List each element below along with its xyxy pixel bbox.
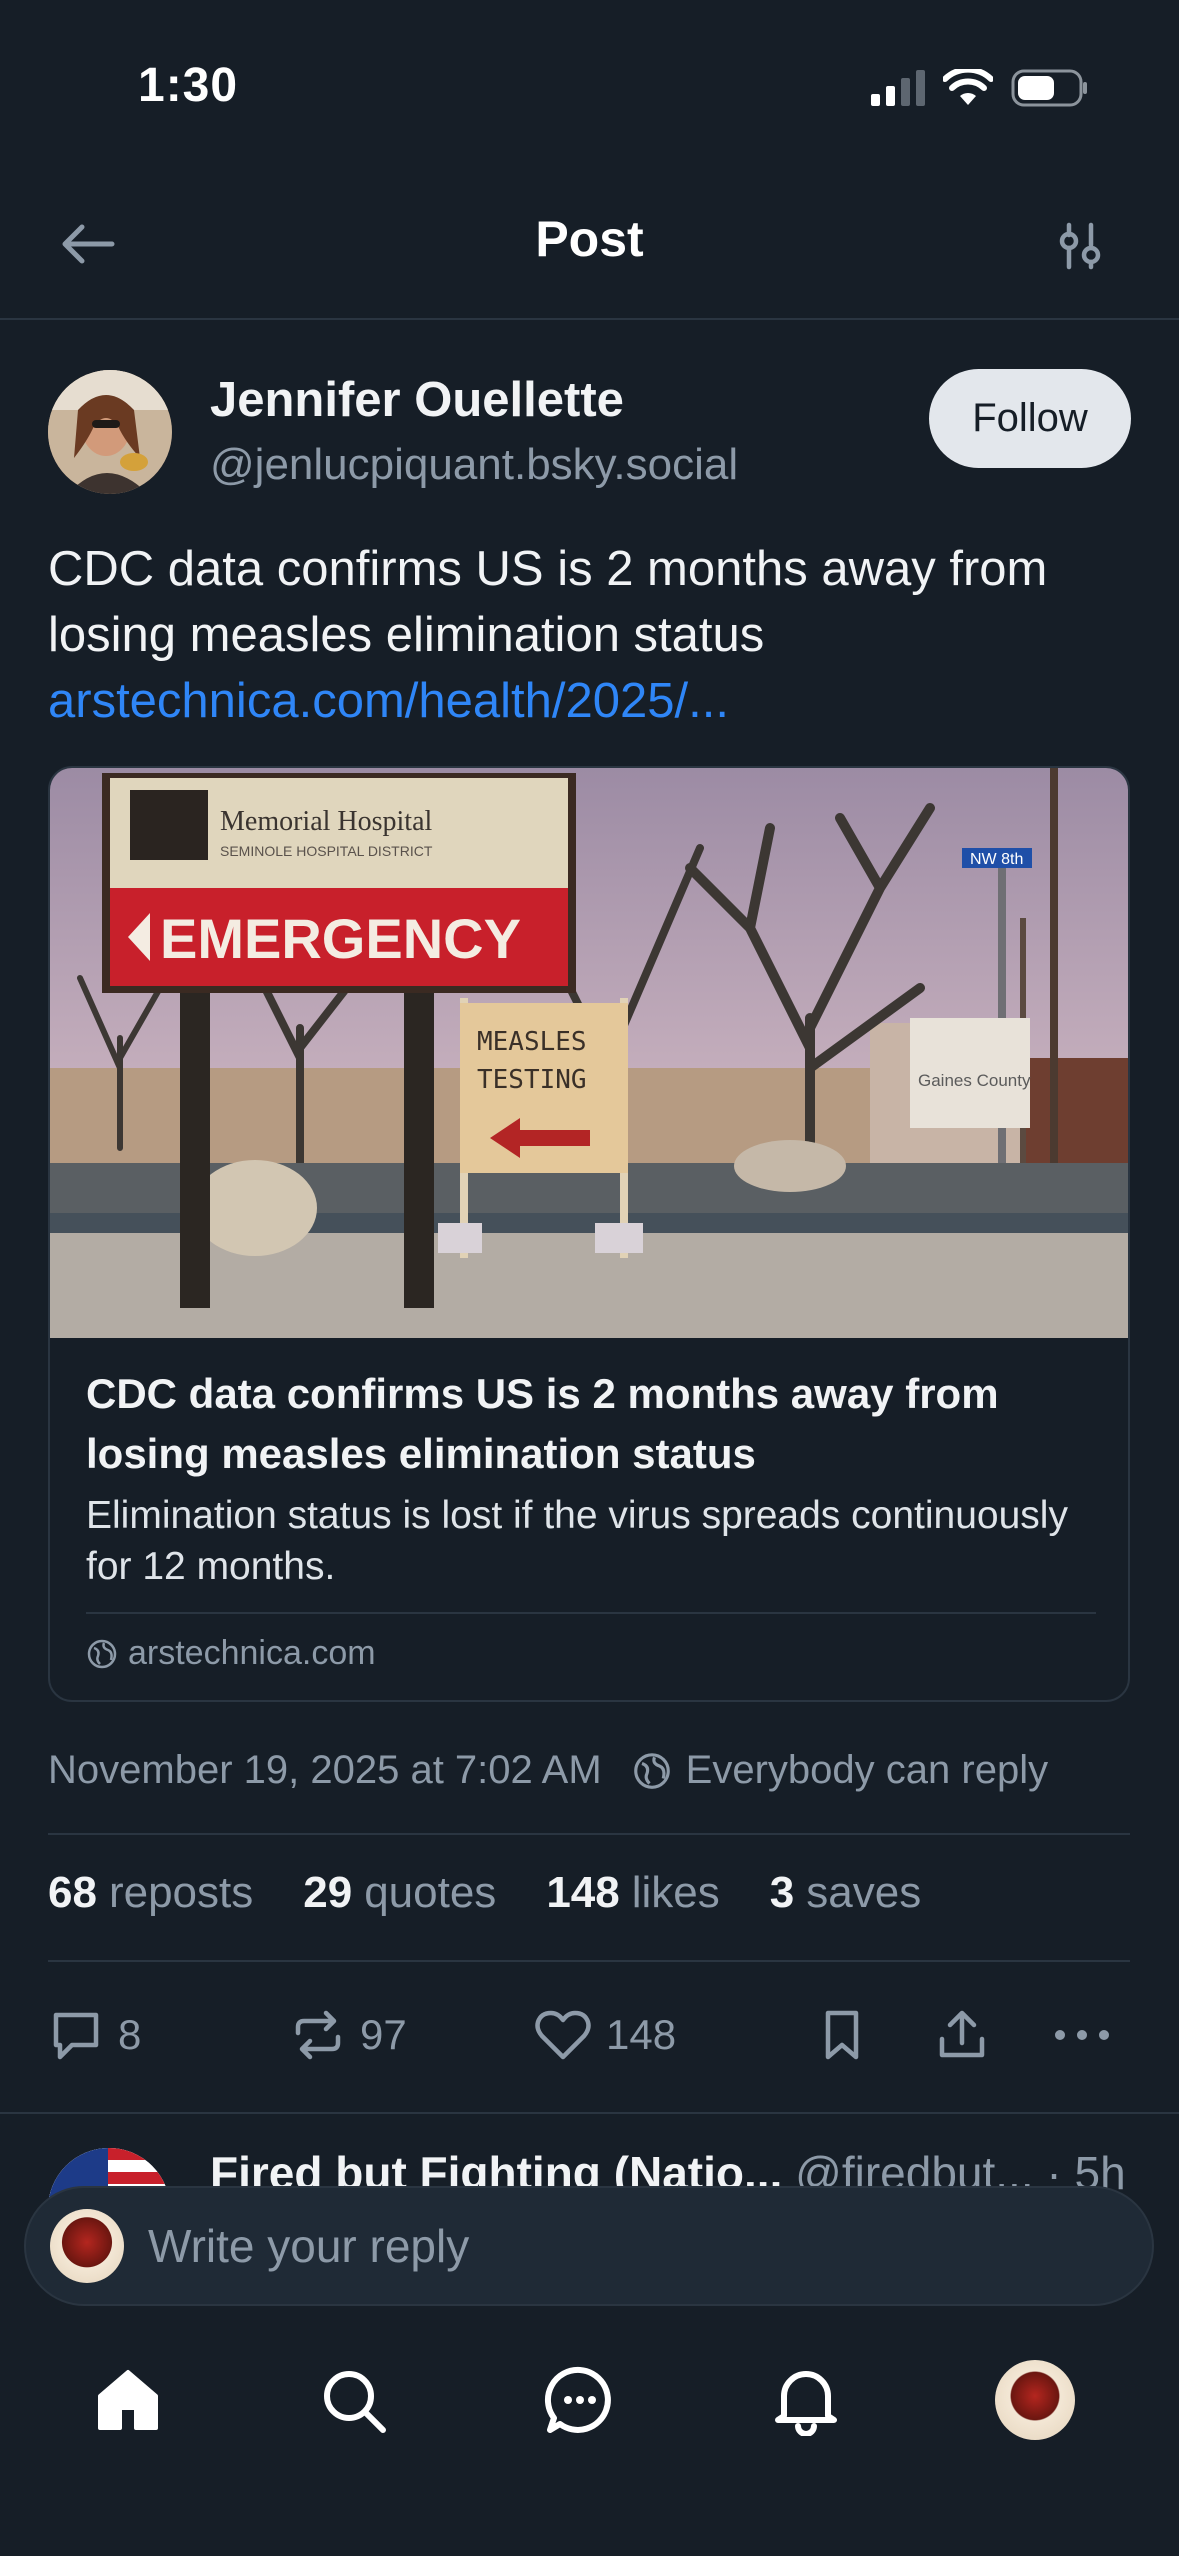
home-icon [98,2370,158,2430]
image-emergency-text: EMERGENCY [160,907,521,970]
more-options-button[interactable] [1052,1995,1112,2075]
composer-avatar [50,2209,124,2283]
divider [48,1960,1130,1962]
link-card-description: Elimination status is lost if the virus … [86,1494,1068,1588]
like-button[interactable]: 148 [534,1995,676,2075]
repost-count: 97 [360,2011,407,2058]
link-preview-image: NW 8th Gaines County Memorial Hospital S… [50,768,1128,1338]
link-card-divider [86,1612,1096,1614]
image-measles-line1: MEASLES [477,1027,587,1057]
thread-settings-button[interactable] [1045,210,1117,282]
reply-button[interactable]: 8 [48,1995,141,2075]
bookmark-icon [825,2010,859,2060]
globe-icon [87,1639,117,1668]
follow-button[interactable]: Follow [929,369,1131,468]
image-street-sign-text: NW 8th [970,851,1023,868]
sliders-icon [1059,222,1101,270]
divider [48,1833,1130,1835]
chat-icon [545,2366,611,2433]
author-avatar[interactable] [48,370,172,494]
reply-setting[interactable]: Everybody can reply [686,1748,1048,1793]
bookmark-button[interactable] [814,1995,870,2075]
stat-quotes[interactable]: 29 quotes [303,1868,496,1918]
share-button[interactable] [934,1995,990,2075]
repost-button[interactable]: 97 [290,1995,407,2075]
image-hospital-name: Memorial Hospital [220,806,433,837]
globe-icon [633,1752,670,1789]
post-link[interactable]: arstechnica.com/health/2025/... [48,668,729,734]
bell-icon [775,2371,837,2436]
image-measles-line2: TESTING [477,1065,587,1095]
tab-profile[interactable] [985,2350,1085,2450]
like-count: 148 [606,2011,677,2058]
author-name[interactable]: Jennifer Ouellette [210,372,624,428]
tab-chat[interactable] [530,2350,630,2450]
stat-saves[interactable]: 3 saves [770,1868,921,1918]
battery-icon [1011,69,1087,107]
link-card-domain-row: arstechnica.com [86,1634,376,1673]
search-icon [324,2371,386,2433]
cellular-signal-icon [871,70,925,106]
stat-reposts[interactable]: 68 reposts [48,1868,253,1918]
author-avatar-photo [48,370,172,494]
stat-likes[interactable]: 148 likes [546,1868,719,1918]
author-handle[interactable]: @jenlucpiquant.bsky.social [210,440,738,490]
tab-notifications[interactable] [756,2350,856,2450]
post-text: CDC data confirms US is 2 months away fr… [48,542,1048,662]
image-hospital-district: SEMINOLE HOSPITAL DISTRICT [220,843,433,859]
link-preview-card[interactable]: NW 8th Gaines County Memorial Hospital S… [48,766,1130,1702]
wifi-icon [943,69,993,105]
post-timestamp: November 19, 2025 at 7:02 AM [48,1748,602,1792]
heart-icon [535,2010,591,2060]
post-meta: November 19, 2025 at 7:02 AM Everybody c… [48,1748,1048,1793]
share-icon [939,2010,985,2058]
image-county-sign-text: Gaines County [918,1071,1031,1090]
link-card-title: CDC data confirms US is 2 months away fr… [86,1370,999,1477]
speech-bubble-icon [53,2012,99,2060]
ellipsis-icon [1055,2030,1109,2040]
tab-search[interactable] [303,2350,403,2450]
post-actions: 8 97 148 [0,1995,1179,2075]
link-card-domain: arstechnica.com [128,1634,376,1672]
post-stats: 68 reposts 29 quotes 148 likes 3 saves [48,1868,971,1918]
repost-icon [295,2010,341,2060]
reply-count: 8 [118,2011,142,2058]
status-time: 1:30 [138,59,239,112]
reply-input-placeholder: Write your reply [148,2220,470,2272]
divider [0,2112,1179,2114]
profile-avatar [995,2360,1075,2440]
tab-home[interactable] [78,2350,178,2450]
status-icons [871,64,1089,112]
page-title: Post [535,211,644,267]
reply-composer[interactable]: Write your reply [24,2186,1154,2306]
bottom-nav [0,2310,1179,2556]
